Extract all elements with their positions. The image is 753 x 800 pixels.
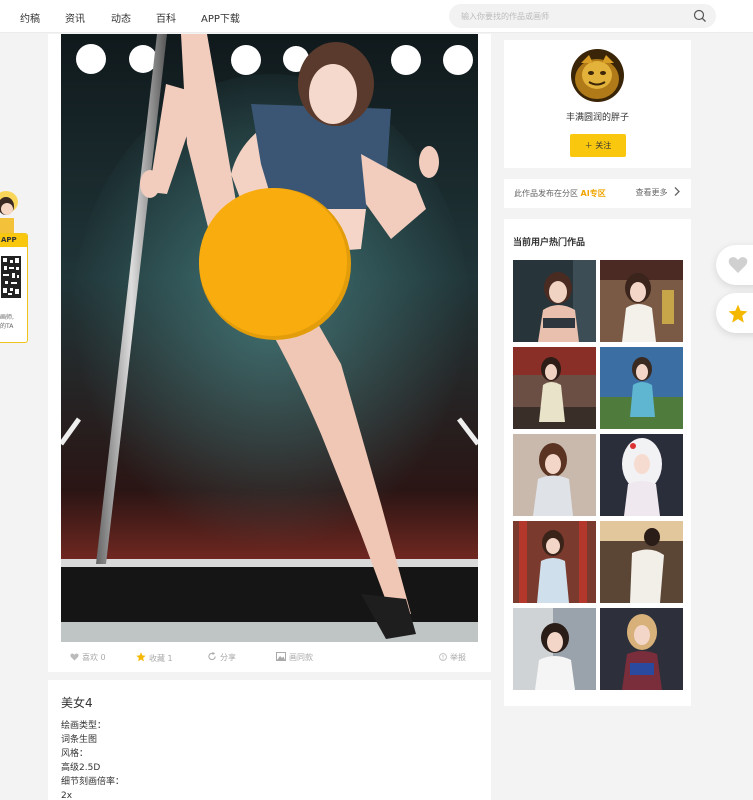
meta-value-style: 高级2.5D (61, 763, 101, 773)
share-button[interactable]: 分享 (208, 652, 236, 663)
nav-item-feed[interactable]: 动态 (111, 10, 131, 25)
draw-same-button[interactable]: 画同款 (276, 652, 313, 663)
share-icon (208, 652, 216, 661)
hot-works-title: 当前用户热门作品 (513, 238, 586, 248)
app-label: APP (0, 234, 27, 247)
qr-caption: 画师, 的TA (0, 314, 14, 330)
hot-work-thumbnail[interactable] (600, 521, 683, 603)
meta-value-type: 词条生图 (61, 735, 98, 745)
hot-work-thumbnail[interactable] (513, 434, 596, 516)
hot-work-thumbnail[interactable] (600, 260, 683, 342)
nav-item-app-download[interactable]: APP下载 (201, 10, 240, 25)
artwork-image[interactable] (61, 34, 478, 642)
censor-circle (199, 188, 347, 336)
author-card: 丰满圆润的胖子 ＋ 关注 (504, 40, 691, 168)
author-name[interactable]: 丰满圆润的胖子 (504, 110, 691, 123)
hot-work-thumbnail[interactable] (513, 521, 596, 603)
meta-value-detail: 2x (61, 791, 73, 800)
hot-works-card: 当前用户热门作品 (504, 219, 691, 706)
star-icon (728, 304, 748, 323)
hot-work-thumbnail[interactable] (600, 608, 683, 690)
hot-work-thumbnail[interactable] (513, 347, 596, 429)
meta-label-style: 风格： (61, 749, 89, 759)
float-like-button[interactable] (716, 245, 753, 285)
zone-card: 此作品发布在分区 AI专区 查看更多 (504, 179, 691, 208)
float-collect-button[interactable] (716, 293, 753, 333)
search-icon[interactable] (693, 9, 707, 23)
report-icon (439, 653, 447, 661)
hot-work-thumbnail[interactable] (600, 434, 683, 516)
search-input[interactable] (461, 8, 681, 24)
meta-label-type: 绘画类型： (61, 721, 107, 731)
hot-work-thumbnail[interactable] (600, 347, 683, 429)
view-more-link[interactable]: 查看更多 (635, 187, 681, 198)
artwork-title: 美女4 (61, 696, 93, 710)
zone-link[interactable]: AI专区 (581, 189, 606, 198)
hot-work-thumbnail[interactable] (513, 260, 596, 342)
meta-label-detail: 细节刻画倍率： (61, 777, 125, 787)
author-avatar[interactable] (571, 49, 624, 102)
qr-card: APP 画师, 的TA (0, 233, 28, 343)
nav-item-news[interactable]: 资讯 (65, 10, 85, 25)
collect-button[interactable]: 收藏 1 (136, 652, 173, 664)
nav-item-wiki[interactable]: 百科 (156, 10, 176, 25)
search-bar (449, 4, 716, 28)
artwork-description: 美女4 绘画类型： 词条生图 风格： 高级2.5D 细节刻画倍率： 2x (48, 680, 491, 800)
hot-work-thumbnail[interactable] (513, 608, 596, 690)
top-navbar: 约稿 资讯 动态 百科 APP下载 (0, 0, 753, 33)
nav-item-commission[interactable]: 约稿 (20, 10, 40, 25)
heart-icon (70, 653, 79, 661)
artwork-card: 喜欢 0 收藏 1 分享 画同款 举报 (48, 34, 491, 672)
report-button[interactable]: 举报 (439, 652, 466, 663)
zone-info: 此作品发布在分区 AI专区 (514, 189, 606, 198)
like-button[interactable]: 喜欢 0 (70, 652, 106, 663)
star-icon (136, 652, 146, 662)
image-icon (276, 652, 286, 661)
heart-icon (728, 257, 748, 273)
qr-code-image (0, 254, 22, 300)
follow-button[interactable]: ＋ 关注 (570, 134, 626, 157)
chevron-right-icon (674, 187, 680, 196)
artwork-actions: 喜欢 0 收藏 1 分享 画同款 举报 (61, 648, 478, 668)
mascot-image (0, 191, 18, 234)
